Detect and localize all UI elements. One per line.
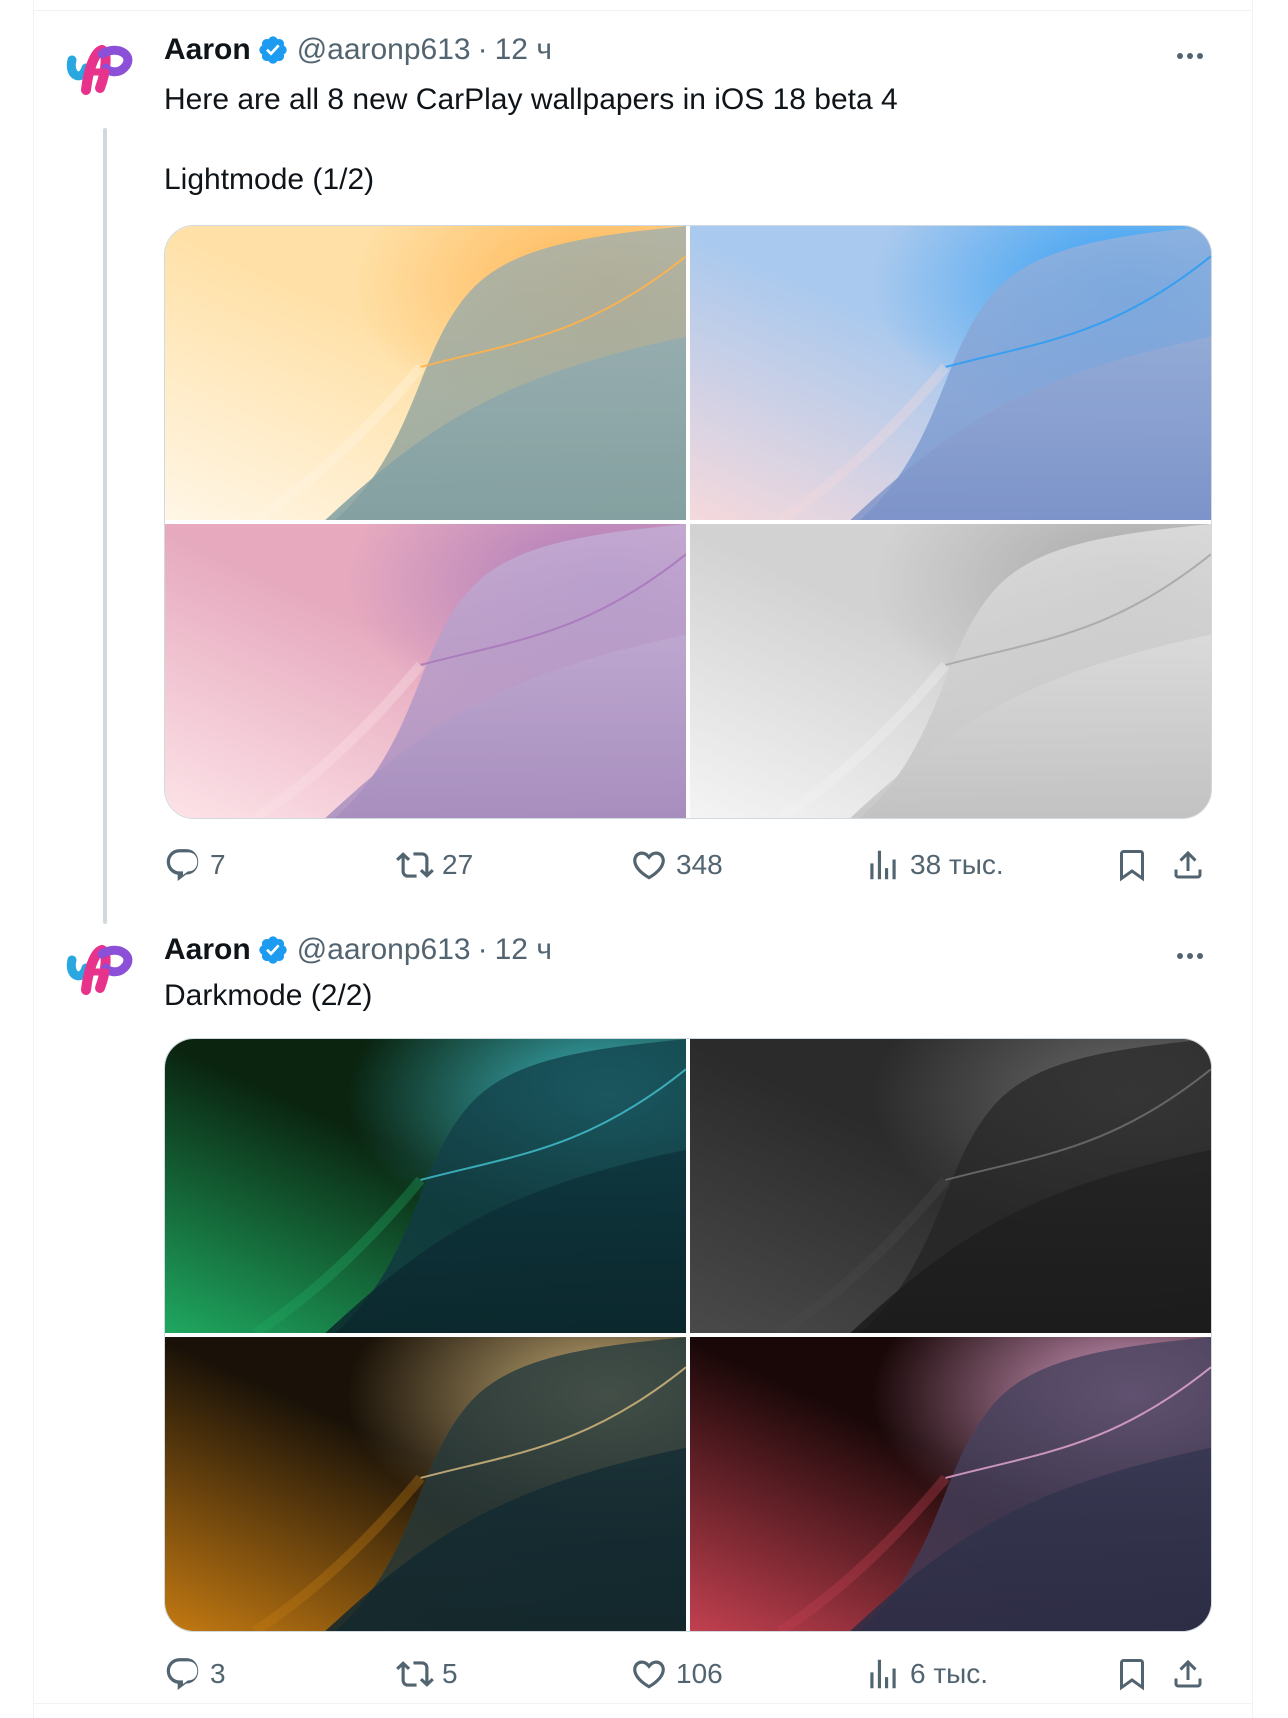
like-button[interactable]: 106: [630, 1650, 723, 1698]
reply-count: 3: [210, 1658, 226, 1689]
bookmark-button[interactable]: [1108, 1650, 1156, 1698]
wallpaper-image[interactable]: [690, 524, 1211, 818]
like-icon: [633, 851, 665, 880]
wallpaper-art: [690, 1039, 1211, 1333]
more-icon: [1177, 53, 1183, 59]
views-icon: [870, 850, 896, 880]
views-button[interactable]: 38 тыс.: [864, 841, 1004, 889]
share-icon: [1174, 1659, 1202, 1688]
wallpaper-image[interactable]: [690, 1039, 1211, 1333]
bookmark-button[interactable]: [1108, 841, 1156, 889]
repost-icon: [396, 1661, 434, 1687]
wallpaper-art: [165, 1039, 686, 1333]
media-grid: [164, 225, 1212, 819]
wallpaper-image[interactable]: [165, 524, 686, 818]
repost-count: 5: [442, 1658, 458, 1689]
share-button[interactable]: [1164, 841, 1212, 889]
reply-count: 7: [210, 849, 226, 880]
thread-connector-line: [103, 128, 107, 924]
like-button[interactable]: 348: [630, 841, 723, 889]
separator-dot: ·: [477, 933, 488, 966]
media-grid: [164, 1038, 1212, 1632]
wallpaper-image[interactable]: [165, 226, 686, 520]
bookmark-icon: [1120, 850, 1144, 882]
more-options-button[interactable]: [1172, 38, 1208, 74]
more-icon-dot: [1197, 953, 1203, 959]
author-name[interactable]: Aaron: [164, 933, 251, 967]
tweet-actions: 7 27 348 38 тыс.: [164, 841, 1212, 889]
share-icon: [1174, 850, 1202, 879]
wallpaper-art: [165, 1337, 686, 1631]
tweet-text: Here are all 8 new CarPlay wallpapers in…: [164, 83, 898, 196]
wallpaper-image[interactable]: [690, 1337, 1211, 1631]
wallpaper-image[interactable]: [690, 226, 1211, 520]
verified-badge-icon: [259, 936, 287, 964]
repost-button[interactable]: 27: [396, 841, 473, 889]
timestamp[interactable]: 12 ч: [495, 33, 552, 67]
more-options-button[interactable]: [1172, 938, 1208, 974]
avatar-logo-icon: [66, 44, 133, 95]
tweet-actions: 3 5 106 6 тыс.: [164, 1650, 1212, 1698]
wallpaper-art: [690, 226, 1211, 520]
reply-icon: [166, 849, 199, 882]
divider: [33, 10, 1253, 11]
tweet-header: Aaron @aaronp613 · 12 ч: [164, 930, 552, 970]
repost-icon: [396, 852, 434, 878]
author-handle[interactable]: @aaronp613: [297, 33, 471, 67]
avatar[interactable]: [62, 932, 142, 1012]
more-icon-dot: [1187, 953, 1193, 959]
author-name[interactable]: Aaron: [164, 33, 251, 67]
wallpaper-art: [165, 524, 686, 818]
view-count: 6 тыс.: [910, 1658, 989, 1689]
view-count: 38 тыс.: [910, 849, 1004, 880]
reply-button[interactable]: 7: [164, 841, 226, 889]
wallpaper-art: [690, 1337, 1211, 1631]
author-handle[interactable]: @aaronp613: [297, 933, 471, 967]
repost-button[interactable]: 5: [396, 1650, 458, 1698]
divider: [33, 1703, 1253, 1704]
wallpaper-image[interactable]: [165, 1337, 686, 1631]
share-button[interactable]: [1164, 1650, 1212, 1698]
like-count: 348: [676, 849, 723, 880]
tweet-text: Darkmode (2/2): [164, 979, 373, 1012]
like-count: 106: [676, 1658, 723, 1689]
views-icon: [870, 1659, 896, 1689]
wallpaper-image[interactable]: [165, 1039, 686, 1333]
wallpaper-art: [165, 226, 686, 520]
separator-dot: ·: [477, 33, 488, 66]
tweet-header: Aaron @aaronp613 · 12 ч: [164, 30, 552, 70]
reply-icon: [166, 1658, 199, 1691]
verified-badge-icon: [259, 36, 287, 64]
bookmark-icon: [1120, 1659, 1144, 1691]
avatar-logo-icon: [66, 944, 133, 995]
more-icon-dot: [1197, 53, 1203, 59]
more-icon-dot: [1187, 53, 1193, 59]
like-icon: [633, 1660, 665, 1689]
timestamp[interactable]: 12 ч: [495, 933, 552, 967]
wallpaper-art: [690, 524, 1211, 818]
views-button[interactable]: 6 тыс.: [864, 1650, 988, 1698]
avatar[interactable]: [62, 32, 142, 112]
more-icon: [1177, 953, 1183, 959]
repost-count: 27: [442, 849, 474, 880]
reply-button[interactable]: 3: [164, 1650, 226, 1698]
